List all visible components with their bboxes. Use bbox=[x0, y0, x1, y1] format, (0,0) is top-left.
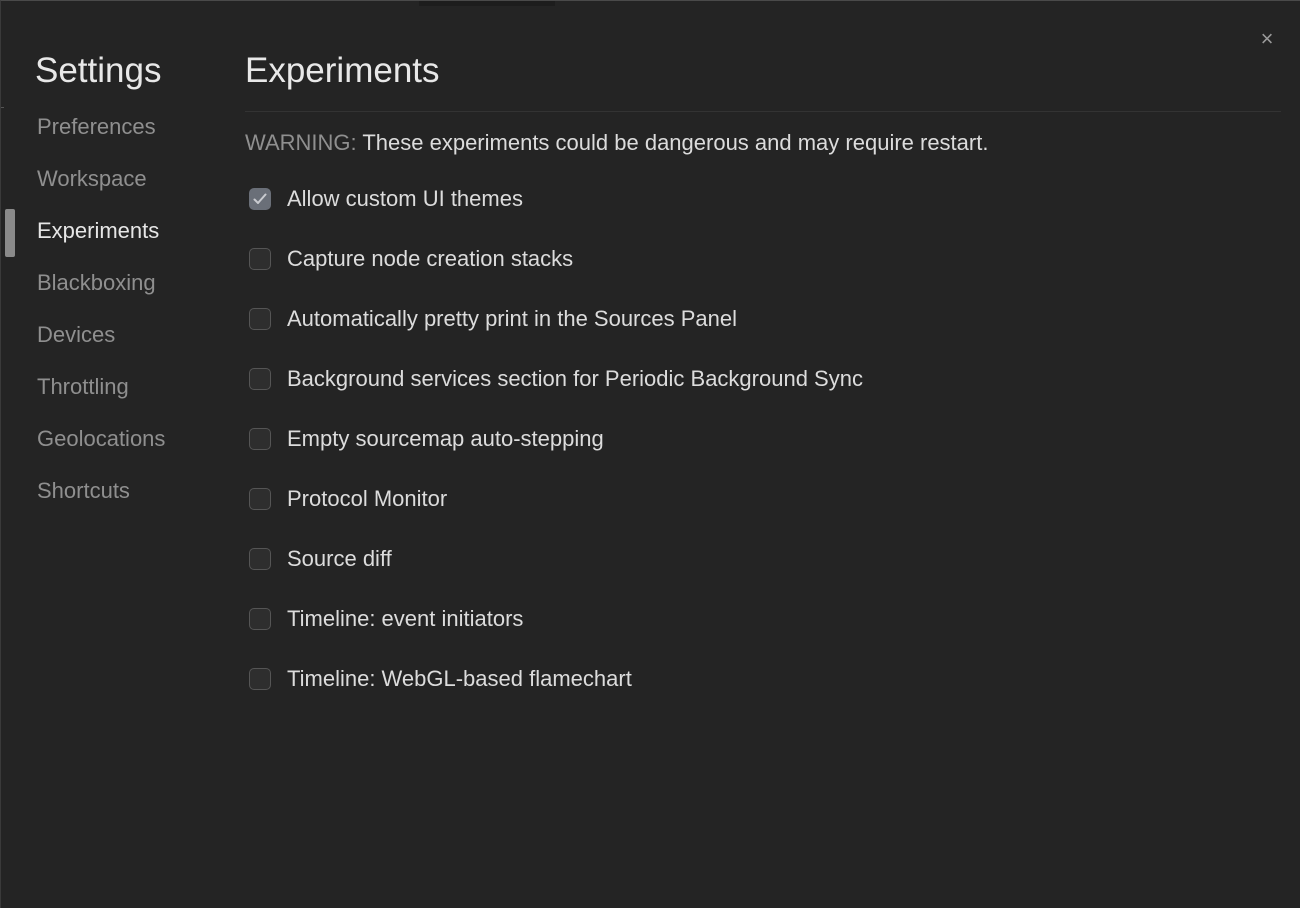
experiment-label: Timeline: WebGL-based flamechart bbox=[287, 666, 632, 691]
experiment-checkbox[interactable] bbox=[249, 248, 271, 270]
experiment-checkbox[interactable] bbox=[249, 368, 271, 390]
experiment-checkbox-checked[interactable] bbox=[249, 188, 271, 210]
page-title: Experiments bbox=[245, 51, 440, 90]
settings-window: × Settings Preferences Workspace Experim… bbox=[0, 0, 1300, 908]
checkmark-icon bbox=[253, 193, 267, 204]
experiment-checkbox[interactable] bbox=[249, 668, 271, 690]
experiment-checkbox[interactable] bbox=[249, 488, 271, 510]
experiment-row[interactable]: Protocol Monitor bbox=[249, 469, 863, 529]
experiment-row[interactable]: Empty sourcemap auto-stepping bbox=[249, 409, 863, 469]
close-button[interactable]: × bbox=[1253, 25, 1281, 53]
experiment-label: Timeline: event initiators bbox=[287, 606, 524, 631]
warning-label: WARNING: bbox=[245, 130, 357, 155]
experiment-row[interactable]: Automatically pretty print in the Source… bbox=[249, 289, 863, 349]
sidebar-item-throttling[interactable]: Throttling bbox=[1, 365, 221, 417]
sidebar-item-shortcuts[interactable]: Shortcuts bbox=[1, 469, 221, 521]
title-divider bbox=[245, 111, 1281, 112]
experiment-label: Source diff bbox=[287, 546, 392, 571]
sidebar-item-blackboxing[interactable]: Blackboxing bbox=[1, 261, 221, 313]
sidebar-item-geolocations[interactable]: Geolocations bbox=[1, 417, 221, 469]
experiment-checkbox[interactable] bbox=[249, 428, 271, 450]
sidebar-title: Settings bbox=[35, 51, 162, 90]
experiment-label: Protocol Monitor bbox=[287, 486, 448, 511]
experiment-row[interactable]: Source diff bbox=[249, 529, 863, 589]
close-icon: × bbox=[1260, 26, 1274, 51]
window-top-notch bbox=[419, 1, 555, 6]
experiment-row[interactable]: Capture node creation stacks bbox=[249, 229, 863, 289]
experiment-label: Empty sourcemap auto-stepping bbox=[287, 426, 604, 451]
experiment-label: Automatically pretty print in the Source… bbox=[287, 306, 738, 331]
experiment-checkbox[interactable] bbox=[249, 608, 271, 630]
experiments-list: Allow custom UI themes Capture node crea… bbox=[249, 169, 863, 709]
experiment-checkbox[interactable] bbox=[249, 308, 271, 330]
experiment-row[interactable]: Timeline: WebGL-based flamechart bbox=[249, 649, 863, 709]
sidebar-nav: Preferences Workspace Experiments Blackb… bbox=[1, 105, 221, 521]
sidebar-item-preferences[interactable]: Preferences bbox=[1, 105, 221, 157]
experiment-label: Background services section for Periodic… bbox=[287, 366, 863, 391]
warning-message: WARNING: These experiments could be dang… bbox=[245, 129, 988, 157]
experiment-label: Allow custom UI themes bbox=[287, 186, 523, 211]
experiment-row[interactable]: Background services section for Periodic… bbox=[249, 349, 863, 409]
warning-text: These experiments could be dangerous and… bbox=[356, 130, 989, 155]
experiment-row[interactable]: Allow custom UI themes bbox=[249, 169, 863, 229]
experiment-label: Capture node creation stacks bbox=[287, 246, 574, 271]
experiment-row[interactable]: Timeline: event initiators bbox=[249, 589, 863, 649]
sidebar-item-devices[interactable]: Devices bbox=[1, 313, 221, 365]
sidebar-item-workspace[interactable]: Workspace bbox=[1, 157, 221, 209]
experiment-checkbox[interactable] bbox=[249, 548, 271, 570]
sidebar-item-experiments[interactable]: Experiments bbox=[1, 209, 221, 261]
